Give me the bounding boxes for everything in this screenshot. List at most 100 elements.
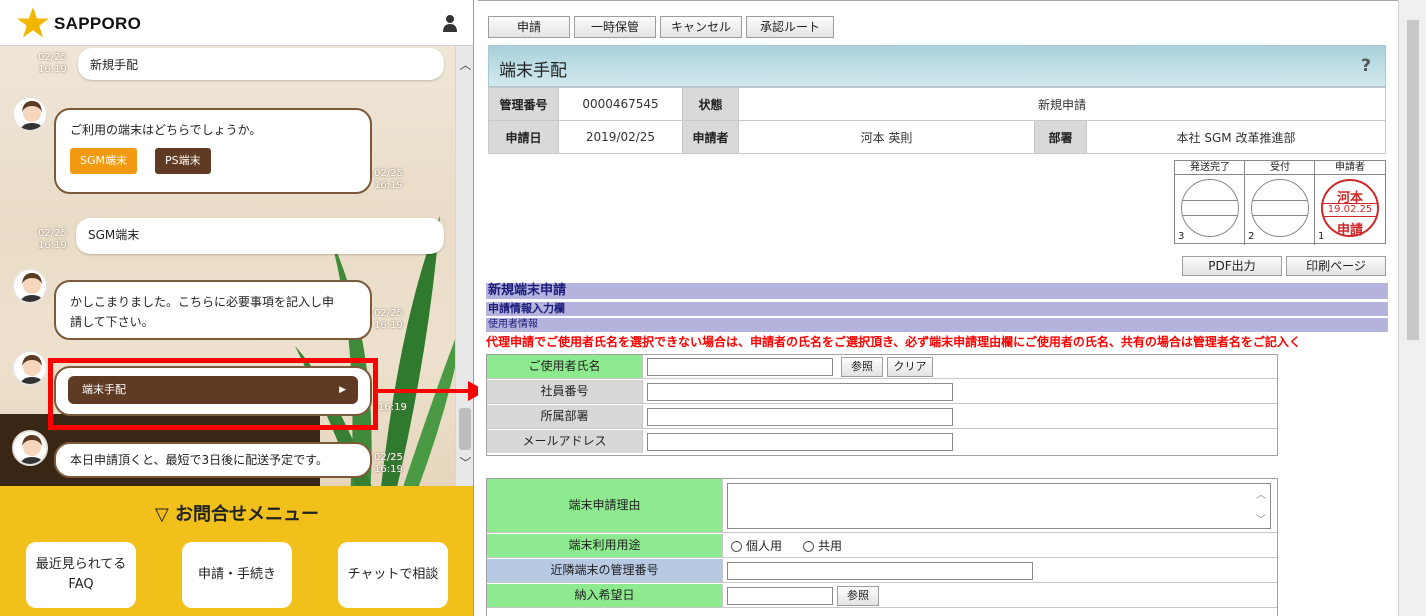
chat-scrollbar[interactable]: ︿ ﹀ — [455, 46, 473, 486]
form-scrollbar[interactable] — [1398, 0, 1426, 616]
mgmt-number-value: 0000467545 — [558, 87, 683, 121]
date-lookup-button[interactable]: 参照 — [837, 586, 879, 606]
form-row-reason: 端末申請理由 ︿ ﹀ — [487, 479, 1277, 533]
form-title: 端末手配 — [499, 61, 567, 81]
timestamp: 16:19 — [378, 402, 407, 413]
stamp-applicant: 申請者 河本 19.02.25 申請 1 — [1315, 161, 1385, 245]
form-row-employee-number: 社員番号 — [487, 380, 1277, 404]
approval-stamps: 発送完了 3 受付 2 申請者 河本 19.02.25 申請 1 — [1174, 160, 1386, 245]
chat-body: 02/25 16:19 新規手配 ご利用の端末はどちらでしょうか。 SGM端末 P… — [0, 46, 473, 486]
usage-shared-radio[interactable]: 共用 — [803, 534, 842, 558]
button-label-line1: 最近見られてる — [35, 557, 127, 572]
user-message-bubble: 新規手配 — [78, 48, 444, 80]
form-row-department: 所属部署 — [487, 405, 1277, 429]
section-subtitle: 申請情報入力欄 — [486, 302, 1388, 316]
field-label: 所属部署 — [487, 405, 643, 428]
user-icon[interactable] — [442, 14, 458, 32]
scroll-thumb[interactable] — [459, 408, 471, 450]
operator-avatar — [12, 350, 48, 386]
button-label-line2: FAQ — [68, 577, 94, 592]
star-logo-icon — [17, 7, 49, 38]
chevron-down-icon[interactable]: ﹀ — [1256, 511, 1266, 526]
option-ps-button[interactable]: PS端末 — [155, 148, 211, 174]
help-icon[interactable]: ? — [1361, 56, 1371, 76]
status-label: 状態 — [682, 87, 739, 121]
form-row-nearby-device: 近隣端末の管理番号 — [487, 559, 1277, 583]
nearby-device-input[interactable] — [727, 562, 1033, 580]
user-info-fields: ご使用者氏名 参照 クリア 社員番号 所属部署 メールアドレス — [486, 354, 1278, 456]
message-text: ご利用の端末はどちらでしょうか。 — [70, 123, 262, 137]
applicant-value: 河本 英則 — [738, 120, 1035, 154]
stamp-header: 発送完了 — [1175, 161, 1245, 175]
highlight-box — [48, 358, 378, 430]
apply-button[interactable]: 申請 — [488, 16, 570, 38]
message-text-line2: 請して下さい。 — [70, 315, 154, 329]
timestamp: 02/25 16:19 — [38, 228, 67, 251]
window-top-border — [478, 0, 1398, 6]
request-info-table: 管理番号 0000467545 状態 新規申請 申請日 2019/02/25 申… — [488, 87, 1386, 154]
recent-faq-button[interactable]: 最近見られてる FAQ — [26, 542, 136, 608]
pdf-export-button[interactable]: PDF出力 — [1182, 256, 1282, 276]
field-label: 納入希望日 — [487, 584, 723, 607]
device-request-fields: 端末申請理由 ︿ ﹀ 端末利用用途 個人用 共用 近隣端末の管理番号 納入希望日… — [486, 478, 1278, 616]
chevron-down-icon[interactable]: ﹀ — [456, 454, 473, 472]
user-clear-button[interactable]: クリア — [887, 357, 933, 377]
form-row-user-name: ご使用者氏名 参照 クリア — [487, 355, 1277, 379]
user-lookup-button[interactable]: 参照 — [841, 357, 883, 377]
timestamp: 02/25 16:19 — [374, 308, 403, 331]
empty-stamp-icon — [1251, 179, 1309, 237]
red-arrow-line — [376, 389, 472, 393]
stamp-number: 2 — [1248, 231, 1255, 242]
stamp-header: 受付 — [1245, 161, 1315, 175]
stamp-header: 申請者 — [1315, 161, 1385, 175]
field-label: 端末利用用途 — [487, 534, 723, 557]
form-title-bar: 端末手配 ? — [488, 45, 1386, 87]
field-label: メールアドレス — [487, 430, 643, 453]
radio-icon[interactable] — [731, 541, 742, 552]
form-row-email: メールアドレス — [487, 430, 1277, 454]
usage-personal-radio[interactable]: 個人用 — [731, 534, 782, 558]
status-value: 新規申請 — [738, 87, 1386, 121]
delivery-date-input[interactable] — [727, 587, 833, 605]
stamp-number: 3 — [1178, 231, 1185, 242]
apply-procedure-button[interactable]: 申請・手続き — [182, 542, 292, 608]
inquiry-menu-title: ▽ お問合せメニュー — [154, 504, 320, 525]
chat-panel: SAPPORO 02/25 16:19 新規手配 ご利用の端末はどちらでしょうか… — [0, 0, 474, 616]
department-input[interactable] — [647, 408, 953, 426]
user-message-bubble: SGM端末 — [76, 218, 444, 254]
apply-date-label: 申請日 — [488, 120, 559, 154]
stamp-shipped: 発送完了 3 — [1175, 161, 1245, 245]
option-sgm-button[interactable]: SGM端末 — [70, 148, 137, 174]
field-label: 近隣端末の管理番号 — [487, 559, 723, 582]
cancel-button[interactable]: キャンセル — [660, 16, 742, 38]
field-label: 端末申請理由 — [487, 479, 723, 532]
mgmt-number-label: 管理番号 — [488, 87, 559, 121]
operator-avatar — [12, 96, 48, 132]
message-text-line1: かしこまりました。こちらに必要事項を記入し申 — [70, 295, 335, 309]
timestamp: 02/25 16:19 — [38, 52, 67, 75]
print-page-button[interactable]: 印刷ページ — [1286, 256, 1386, 276]
user-name-input[interactable] — [647, 358, 833, 376]
chat-consult-button[interactable]: チャットで相談 — [338, 542, 448, 608]
email-input[interactable] — [647, 433, 953, 451]
chat-header: SAPPORO — [0, 0, 473, 46]
stamp-number: 1 — [1318, 231, 1325, 242]
scroll-thumb[interactable] — [1407, 20, 1419, 340]
bot-message-bubble: かしこまりました。こちらに必要事項を記入し申 請して下さい。 — [54, 280, 372, 340]
approval-route-button[interactable]: 承認ルート — [746, 16, 834, 38]
empty-stamp-icon — [1181, 179, 1239, 237]
reason-textarea[interactable]: ︿ ﹀ — [727, 483, 1271, 529]
operator-avatar — [12, 430, 48, 466]
timestamp: 02/25 16:19 — [374, 452, 403, 475]
temp-save-button[interactable]: 一時保管 — [574, 16, 656, 38]
department-label: 部署 — [1034, 120, 1087, 154]
employee-number-input[interactable] — [647, 383, 953, 401]
message-text: SGM端末 — [88, 228, 140, 242]
chevron-up-icon[interactable]: ︿ — [1256, 486, 1266, 501]
radio-icon[interactable] — [803, 541, 814, 552]
message-text: 新規手配 — [90, 58, 139, 72]
chevron-up-icon[interactable]: ︿ — [456, 56, 473, 74]
message-text: 本日申請頂くと、最短で3日後に配送予定です。 — [70, 453, 328, 467]
logo-text: SAPPORO — [54, 14, 142, 33]
operator-avatar — [12, 268, 48, 304]
